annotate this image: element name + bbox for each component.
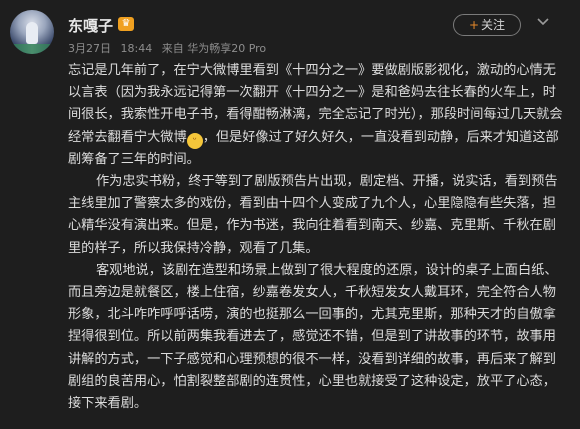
post-header: 东嘎子 ♛ 3月27日 18:44 来自 华为畅享20 Pro + 关注 (0, 0, 580, 60)
follow-label: 关注 (481, 18, 506, 32)
post-time[interactable]: 18:44 (121, 42, 153, 55)
paragraph-2: 作为忠实书粉，终于等到了剧版预告片出现，剧定档、开播，说实话，看到预告主线里加了… (68, 174, 558, 256)
chevron-down-icon[interactable] (536, 16, 556, 32)
paragraph-3: 客观地说，该剧在造型和场景上做到了很大程度的还原，设计的桌子上面白纸、而且旁边是… (68, 262, 558, 412)
post-body: 忘记是几年前了，在宁大微博里看到《十四分之一》要做剧版影视化，激动的心情无以言表… (68, 60, 568, 415)
avatar-figure (26, 22, 38, 44)
username[interactable]: 东嘎子 (68, 15, 113, 36)
paragraph-1: 忘记是几年前了，在宁大微博里看到《十四分之一》要做剧版影视化，激动的心情无以言表… (68, 60, 568, 171)
post-source: 来自 华为畅享20 Pro (161, 42, 267, 55)
avatar-ground (10, 44, 54, 54)
grin-emoji-icon: ᵕ (186, 132, 203, 149)
avatar[interactable] (10, 10, 54, 54)
post-meta: 3月27日 18:44 来自 华为畅享20 Pro (68, 40, 272, 56)
vip-badge-icon: ♛ (118, 17, 134, 31)
post-date[interactable]: 3月27日 (68, 42, 111, 55)
plus-icon: + (468, 18, 480, 32)
follow-button[interactable]: + 关注 (453, 14, 521, 36)
